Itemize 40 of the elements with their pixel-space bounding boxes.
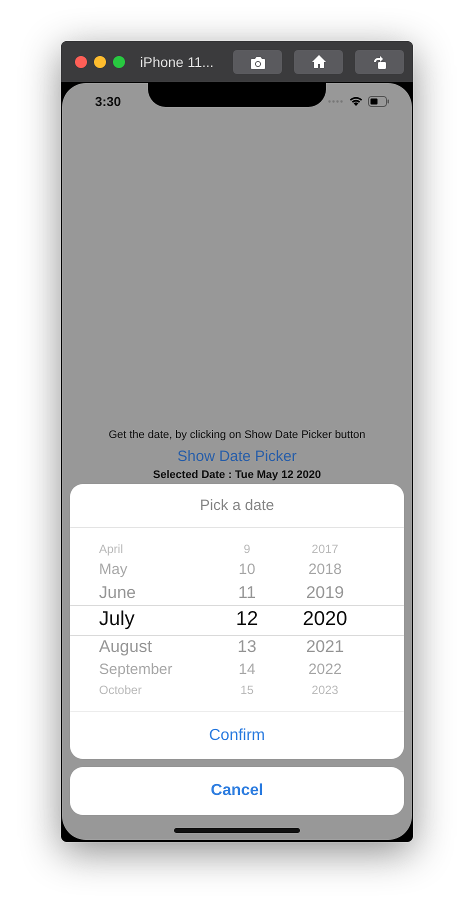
picker-item[interactable]: 2017 bbox=[312, 542, 338, 556]
picker-item[interactable]: May bbox=[99, 561, 128, 578]
home-button[interactable] bbox=[294, 50, 343, 74]
rotate-icon bbox=[372, 54, 388, 70]
picker-item[interactable]: October bbox=[99, 683, 142, 697]
picker-item[interactable]: 2020 bbox=[302, 608, 348, 631]
picker-item[interactable]: 2023 bbox=[312, 683, 338, 697]
picker-item[interactable]: September bbox=[99, 661, 172, 678]
rotate-button[interactable] bbox=[355, 50, 404, 74]
minimize-icon[interactable] bbox=[94, 56, 106, 68]
picker-item[interactable]: 2019 bbox=[306, 582, 344, 602]
screenshot-button[interactable] bbox=[233, 50, 282, 74]
wifi-icon bbox=[349, 96, 363, 106]
sheet-title: Pick a date bbox=[70, 484, 404, 528]
picker-item[interactable]: 10 bbox=[238, 561, 256, 578]
picker-item[interactable]: July bbox=[99, 608, 135, 631]
confirm-button[interactable]: Confirm bbox=[70, 712, 404, 759]
signal-icon bbox=[328, 100, 344, 102]
picker-item[interactable]: 13 bbox=[238, 636, 256, 656]
close-icon[interactable] bbox=[75, 56, 87, 68]
picker-item[interactable]: 15 bbox=[240, 683, 254, 697]
picker-item[interactable]: 2018 bbox=[308, 561, 342, 578]
picker-item[interactable]: August bbox=[99, 636, 152, 656]
zoom-icon[interactable] bbox=[113, 56, 125, 68]
show-date-picker-link[interactable]: Show Date Picker bbox=[177, 448, 297, 465]
instruction-text: Get the date, by clicking on Show Date Picker button bbox=[108, 429, 366, 441]
picker-item[interactable]: April bbox=[99, 542, 124, 556]
picker-item[interactable]: 2021 bbox=[306, 636, 344, 656]
status-time: 3:30 bbox=[95, 94, 122, 108]
picker-item[interactable]: 12 bbox=[236, 608, 258, 631]
picker-item[interactable]: June bbox=[99, 582, 136, 602]
home-icon bbox=[310, 54, 326, 69]
selected-date-text: Selected Date : Tue May 12 2020 bbox=[153, 469, 321, 481]
cancel-button[interactable]: Cancel bbox=[70, 767, 404, 815]
picker-item[interactable]: 9 bbox=[244, 542, 250, 556]
battery-icon bbox=[368, 96, 390, 106]
picker-item[interactable]: 2022 bbox=[308, 661, 342, 678]
window-title: iPhone 11... bbox=[140, 54, 215, 70]
picker-item[interactable]: 14 bbox=[238, 661, 256, 678]
picker-item[interactable]: 11 bbox=[238, 582, 256, 602]
